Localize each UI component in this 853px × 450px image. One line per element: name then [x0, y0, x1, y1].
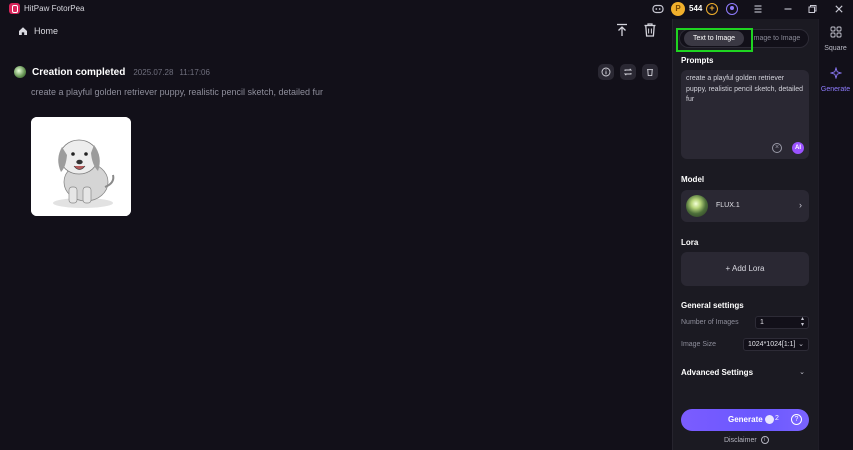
title-bar: HitPaw FotorPea P 544 +: [0, 0, 853, 19]
minimize-icon[interactable]: [781, 2, 795, 16]
prompt-textarea[interactable]: create a playful golden retriever puppy,…: [681, 70, 809, 159]
home-icon: [19, 27, 27, 35]
result-status: Creation completed 2025.07.28 11:17:06: [14, 66, 210, 78]
delete-icon: [647, 69, 653, 77]
nav-label-generate: Generate: [820, 86, 851, 93]
model-selector[interactable]: FLUX.1 ›: [681, 190, 809, 222]
generate-cost: 2: [775, 415, 779, 422]
restore-icon[interactable]: [805, 2, 819, 16]
generated-image[interactable]: [31, 117, 131, 216]
nav-item-square[interactable]: Square: [818, 25, 853, 52]
chevron-right-icon: ›: [799, 200, 802, 210]
prompts-title: Prompts: [681, 56, 714, 65]
add-lora-button[interactable]: + Add Lora: [681, 252, 809, 286]
nav-label-square: Square: [824, 45, 847, 52]
num-images-stepper[interactable]: 1 ▴ ▾: [755, 316, 809, 329]
close-icon[interactable]: [832, 2, 846, 16]
add-coins-icon[interactable]: +: [706, 3, 718, 15]
status-date: 2025.07.28: [133, 67, 174, 77]
stepper-icon[interactable]: ▴ ▾: [801, 316, 804, 328]
info-icon: i: [760, 436, 769, 444]
home-label: Home: [34, 26, 59, 36]
image-size-label: Image Size: [681, 341, 717, 348]
lora-title: Lora: [681, 238, 699, 247]
help-icon[interactable]: ?: [791, 414, 802, 425]
disclaimer-label: Disclaimer: [724, 436, 757, 444]
user-icon[interactable]: [726, 3, 738, 15]
image-size-select[interactable]: 1024*1024[1:1] ⌄: [743, 338, 809, 351]
advanced-settings-toggle[interactable]: Advanced Settings ⌄: [681, 366, 809, 380]
app-logo-icon: [9, 3, 20, 14]
disclaimer-link[interactable]: Disclaimer i: [724, 436, 769, 444]
status-time: 11:17:06: [179, 67, 210, 77]
chevron-down-icon: ⌄: [798, 341, 804, 348]
prompt-value: create a playful golden retriever puppy,…: [686, 75, 803, 103]
app-title: HitPaw FotorPea: [24, 4, 85, 13]
trash-icon[interactable]: [642, 22, 658, 38]
export-icon[interactable]: [614, 22, 630, 38]
num-images-label: Number of Images: [681, 319, 739, 326]
coin-icon: [765, 415, 774, 424]
grid-icon: [830, 26, 841, 38]
puppy-sketch-image: [31, 117, 131, 216]
coin-count: 544: [689, 4, 703, 13]
coin-icon[interactable]: P: [671, 2, 685, 16]
menu-icon[interactable]: [751, 2, 765, 16]
info-button[interactable]: [598, 64, 614, 80]
clear-icon[interactable]: ×: [772, 143, 782, 153]
ai-enhance-icon[interactable]: AI: [792, 142, 804, 154]
sparkle-icon: [829, 66, 842, 80]
regenerate-icon: [623, 68, 633, 76]
num-images-value: 1: [760, 319, 764, 326]
delete-result-button[interactable]: [642, 64, 658, 80]
generate-label: Generate: [728, 415, 763, 424]
advanced-settings-title: Advanced Settings: [681, 368, 754, 377]
model-name: FLUX.1: [716, 202, 740, 209]
discord-icon[interactable]: [651, 2, 665, 16]
nav-item-generate[interactable]: Generate: [818, 66, 853, 93]
highlight-outline: [676, 28, 753, 52]
generate-button[interactable]: Generate 2 ?: [681, 409, 809, 431]
info-icon: [601, 67, 611, 77]
model-avatar-icon: [14, 66, 26, 78]
tab-image-to-image[interactable]: Image to Image: [746, 31, 806, 46]
chevron-down-icon: ⌄: [799, 369, 805, 376]
regenerate-button[interactable]: [620, 64, 636, 80]
result-prompt: create a playful golden retriever puppy,…: [31, 87, 323, 97]
image-size-value: 1024*1024[1:1]: [748, 341, 796, 348]
model-thumbnail: [686, 195, 708, 217]
status-title: Creation completed: [32, 66, 126, 78]
model-title: Model: [681, 175, 705, 184]
home-link[interactable]: Home: [18, 25, 58, 37]
general-settings-title: General settings: [681, 301, 744, 310]
